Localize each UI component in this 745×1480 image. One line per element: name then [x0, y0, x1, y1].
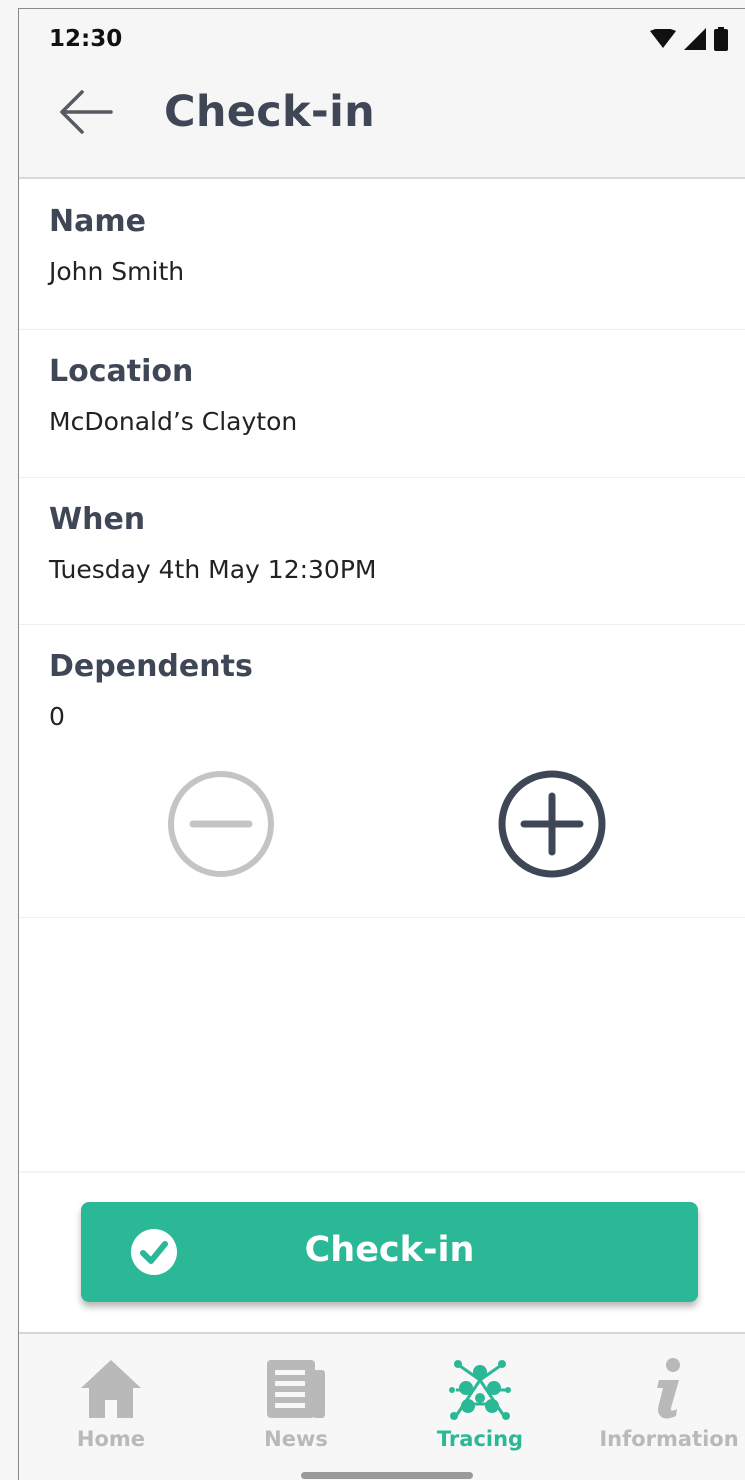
tracing-network-icon: [449, 1360, 511, 1420]
phone-screen: 12:30 Check-in Name John Smith Location …: [18, 8, 745, 1480]
nav-label-tracing: Tracing: [436, 1427, 524, 1451]
info-icon: [657, 1358, 680, 1419]
nav-item-information[interactable]: Information: [579, 1334, 745, 1480]
arrow-left-icon: [60, 90, 113, 134]
dependents-row: Dependents 0: [19, 625, 745, 918]
wifi-icon: [650, 29, 676, 48]
check-in-button-label: Check-in: [304, 1230, 475, 1270]
minus-circle-icon: [168, 771, 274, 877]
page-title: Check-in: [164, 87, 376, 137]
when-label: When: [49, 502, 146, 537]
newspaper-icon: [267, 1360, 325, 1418]
name-row: Name John Smith: [19, 180, 745, 330]
home-icon: [81, 1360, 141, 1418]
location-value: McDonald’s Clayton: [49, 407, 298, 436]
plus-circle-icon: [498, 770, 606, 878]
when-value: Tuesday 4th May 12:30PM: [49, 555, 377, 584]
increase-dependents-button[interactable]: [497, 769, 607, 879]
nav-item-news[interactable]: News: [206, 1334, 386, 1480]
nav-label-information: Information: [599, 1427, 739, 1451]
nav-item-tracing[interactable]: Tracing: [390, 1334, 570, 1480]
back-button[interactable]: [57, 89, 115, 135]
nav-item-home[interactable]: Home: [21, 1334, 201, 1480]
location-row: Location McDonald’s Clayton: [19, 330, 745, 478]
dependents-label: Dependents: [49, 649, 253, 684]
app-bar: 12:30 Check-in: [19, 9, 745, 179]
dependents-count: 0: [49, 702, 65, 731]
bottom-navigation: Home News Tracing Information: [19, 1332, 745, 1480]
home-indicator[interactable]: [301, 1472, 473, 1479]
nav-label-home: Home: [76, 1427, 146, 1451]
battery-icon: [714, 27, 728, 51]
name-value: John Smith: [49, 257, 185, 286]
decrease-dependents-button[interactable]: [166, 769, 276, 879]
location-label: Location: [49, 354, 194, 389]
signal-icon: [684, 28, 706, 50]
status-icons: [650, 27, 728, 51]
nav-label-news: News: [264, 1427, 328, 1451]
divider: [19, 1171, 745, 1173]
when-row: When Tuesday 4th May 12:30PM: [19, 478, 745, 625]
name-label: Name: [49, 204, 146, 239]
check-in-button[interactable]: Check-in: [81, 1202, 698, 1302]
status-time: 12:30: [49, 26, 123, 52]
